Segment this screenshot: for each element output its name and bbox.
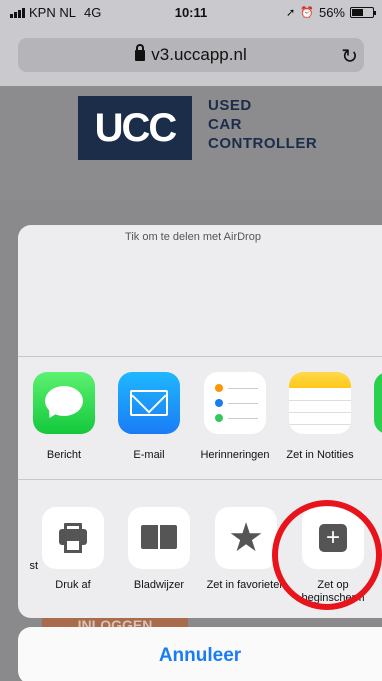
browser-toolbar: v3.uccapp.nl ↻ — [0, 24, 382, 86]
logo-wordmark: USED CAR CONTROLLER — [208, 96, 317, 153]
battery-icon — [350, 7, 376, 18]
url-text: v3.uccapp.nl — [151, 45, 247, 64]
address-bar[interactable]: v3.uccapp.nl ↻ — [18, 38, 364, 72]
battery-percent: 56% — [318, 5, 345, 20]
mail-icon — [118, 372, 180, 434]
share-apps-row: Bericht E-mail Herinneringen Zet in Noti… — [18, 357, 382, 479]
status-bar: KPN NL 4G 10:11 ➚ ⏰ 56% — [0, 0, 382, 24]
share-app-label: Bericht — [46, 449, 82, 461]
bookmark-icon — [128, 507, 190, 569]
airdrop-hint: Tik om te delen met AirDrop — [125, 231, 261, 243]
share-app-messages[interactable]: Bericht — [22, 372, 106, 462]
reload-icon[interactable]: ↻ — [341, 44, 358, 69]
printer-icon — [42, 507, 104, 569]
action-label: Zet in favorieten — [206, 579, 286, 591]
location-icon: ➚ — [286, 7, 296, 19]
action-label: Bladwijzer — [133, 579, 185, 591]
share-app-notes[interactable]: Zet in Notities — [278, 372, 362, 462]
alarm-icon: ⏰ — [300, 7, 314, 19]
action-label: Druk af — [55, 579, 91, 591]
share-app-reminders[interactable]: Herinneringen — [193, 372, 277, 462]
logo-line-car: CAR — [208, 116, 242, 133]
star-icon: ★ — [215, 507, 277, 569]
action-bookmark[interactable]: Bladwijzer — [117, 507, 201, 592]
status-right: ➚ ⏰ 56% — [286, 5, 376, 20]
share-app-label: Herinneringen — [200, 449, 270, 461]
url-display[interactable]: v3.uccapp.nl — [18, 44, 364, 65]
reminders-icon — [204, 372, 266, 434]
notes-icon — [289, 372, 351, 434]
share-app-label: E-mail — [133, 449, 165, 461]
share-app-partial[interactable] — [354, 372, 382, 434]
highlight-circle-annotation — [272, 500, 382, 610]
share-app-mail[interactable]: E-mail — [107, 372, 191, 462]
logo-line-used: USED — [208, 97, 252, 114]
lock-icon — [135, 44, 146, 61]
cancel-button[interactable]: Annuleer — [18, 627, 382, 681]
partial-app-icon — [374, 372, 382, 434]
messages-icon — [33, 372, 95, 434]
logo-line-controller: CONTROLLER — [208, 135, 318, 152]
action-print[interactable]: Druk af — [31, 507, 115, 592]
airdrop-section[interactable]: Tik om te delen met AirDrop — [18, 225, 382, 356]
share-app-label: Zet in Notities — [286, 449, 354, 461]
ucc-logo: UCC — [78, 96, 192, 160]
